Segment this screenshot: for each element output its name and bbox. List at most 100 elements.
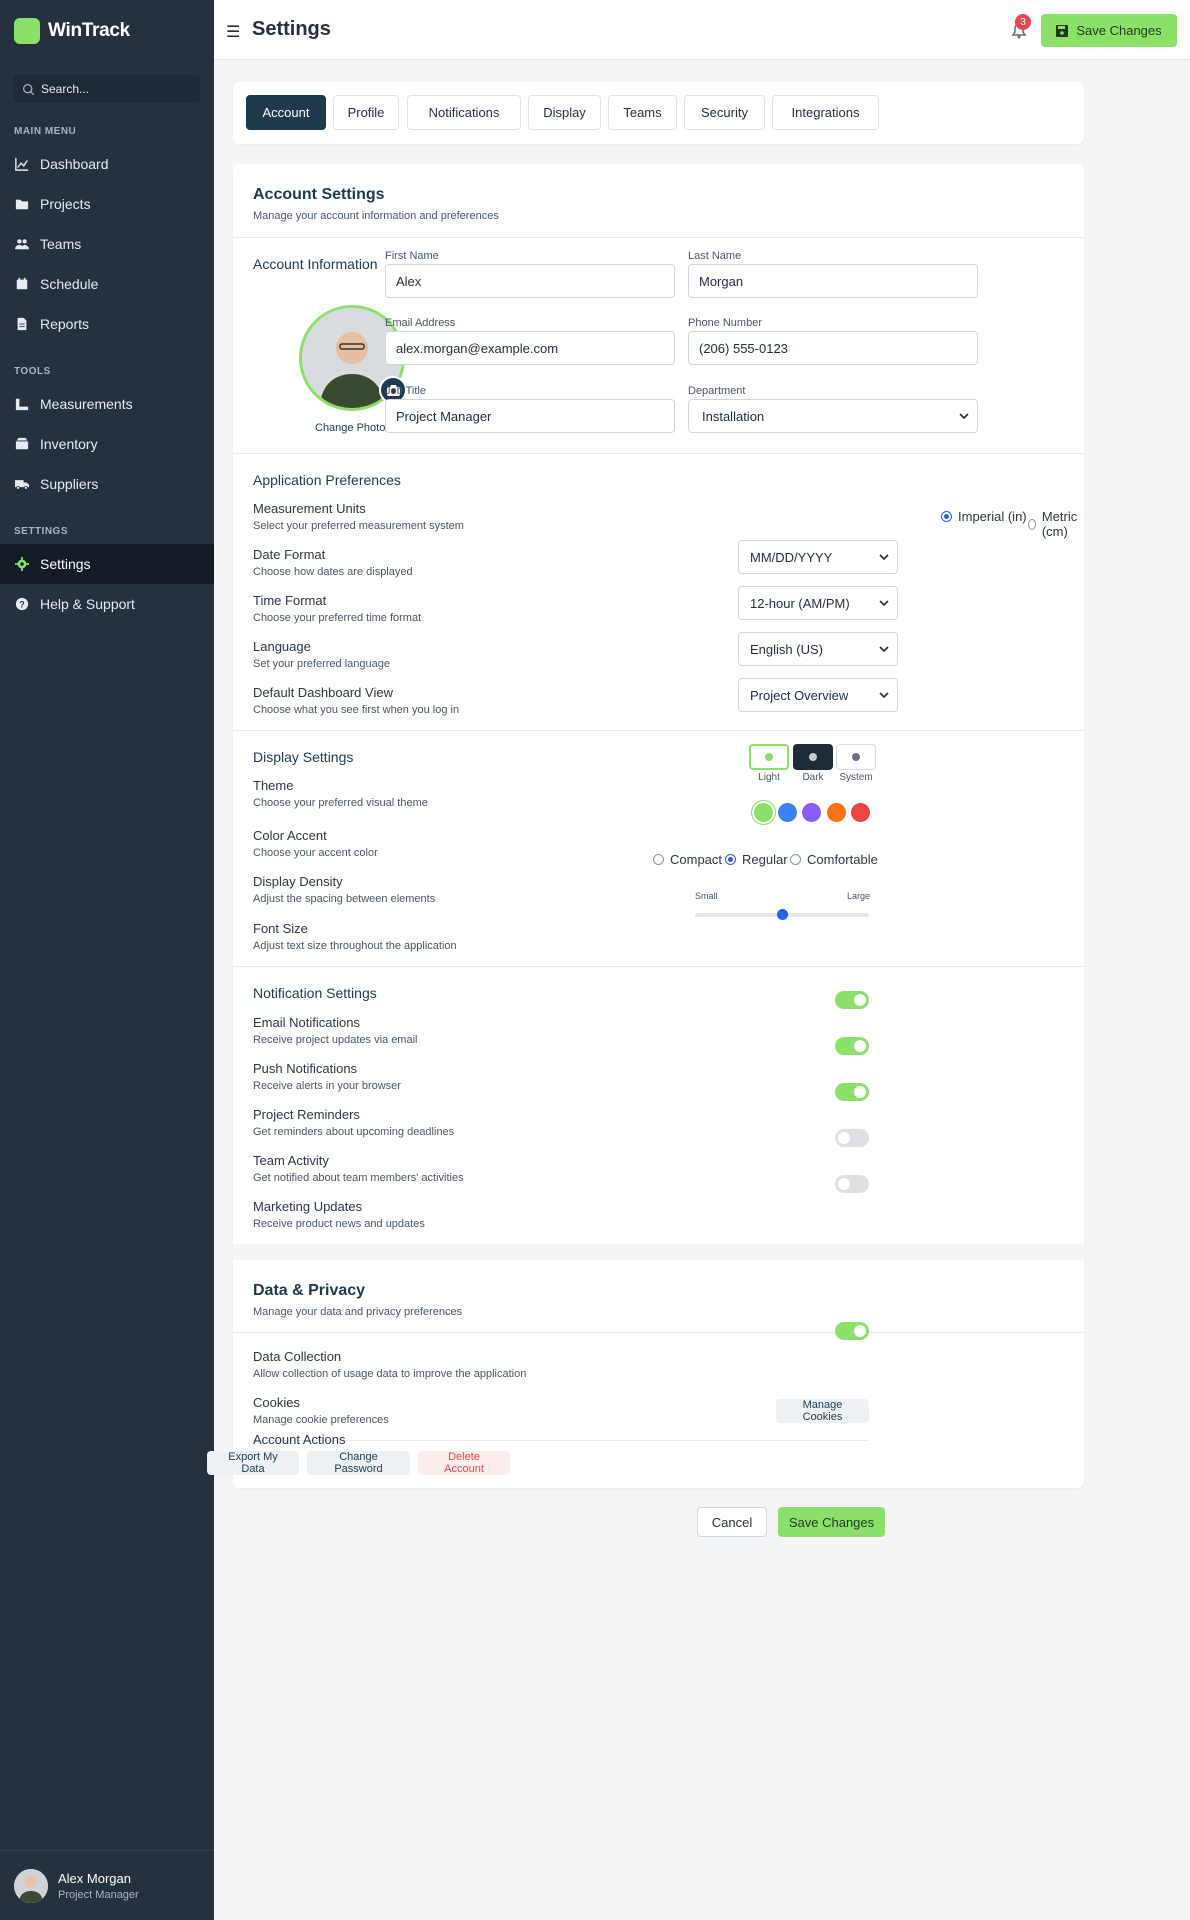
sidebar-item-suppliers[interactable]: Suppliers — [0, 464, 214, 504]
sidebar-item-help[interactable]: ? Help & Support — [0, 584, 214, 624]
dashboard-view-value: Project Overview — [750, 687, 849, 703]
question-icon: ? — [14, 596, 30, 612]
sidebar-item-label: Inventory — [40, 436, 98, 452]
job-title-input[interactable]: Project Manager — [385, 399, 675, 433]
accent-swatch-blue[interactable] — [778, 803, 797, 822]
team-activity-toggle[interactable] — [835, 1129, 869, 1147]
user-name: Alex Morgan — [58, 1870, 131, 1886]
accent-swatch-green[interactable] — [754, 803, 773, 822]
email-field[interactable]: alex.morgan@example.com — [385, 331, 675, 365]
department-select[interactable]: Installation — [688, 399, 978, 433]
theme-light-option[interactable] — [749, 744, 789, 770]
language-value: English (US) — [750, 641, 823, 657]
privacy-subtitle: Manage your data and privacy preferences — [253, 1306, 463, 1318]
header-save-label: Save Changes — [1076, 23, 1162, 38]
font-size-slider-thumb[interactable] — [776, 909, 788, 920]
divider — [233, 237, 1084, 238]
units-label: Measurement Units — [253, 501, 366, 516]
change-photo-link[interactable]: Change Photo — [315, 422, 385, 434]
tab-profile[interactable]: Profile — [333, 95, 399, 130]
time-format-select[interactable]: 12-hour (AM/PM) — [738, 586, 898, 620]
tab-notifications[interactable]: Notifications — [407, 95, 521, 130]
sidebar-item-schedule[interactable]: Schedule — [0, 264, 214, 304]
sidebar-item-teams[interactable]: Teams — [0, 224, 214, 264]
toggle-knob — [854, 1040, 866, 1052]
hamburger-menu-icon[interactable]: ☰ — [226, 22, 240, 42]
change-password-button[interactable]: Change Password — [307, 1451, 410, 1475]
sidebar-search-input[interactable]: Search... — [14, 75, 200, 103]
radio-unselected-icon — [1028, 518, 1036, 530]
delete-account-button[interactable]: Delete Account — [418, 1451, 510, 1475]
privacy-title: Data & Privacy — [253, 1282, 366, 1299]
cancel-button[interactable]: Cancel — [697, 1507, 767, 1537]
cookies-label: Cookies — [253, 1395, 300, 1410]
date-format-label: Date Format — [253, 547, 326, 562]
logo-mark-icon — [14, 18, 40, 44]
accent-swatch-red[interactable] — [851, 803, 870, 822]
time-format-label: Time Format — [253, 593, 327, 608]
tab-teams[interactable]: Teams — [608, 95, 677, 130]
font-size-label: Font Size — [253, 921, 308, 936]
sidebar-item-reports[interactable]: Reports — [0, 304, 214, 344]
marketing-updates-desc: Receive product news and updates — [253, 1218, 425, 1230]
units-imperial-radio[interactable]: Imperial (in) — [941, 509, 1027, 524]
project-reminders-desc: Get reminders about upcoming deadlines — [253, 1126, 455, 1138]
date-format-value: MM/DD/YYYY — [750, 549, 833, 565]
card-title: Account Settings — [253, 186, 385, 203]
accent-swatch-purple[interactable] — [802, 803, 821, 822]
manage-cookies-button[interactable]: Manage Cookies — [776, 1399, 869, 1423]
sidebar-user-profile[interactable]: Alex Morgan Project Manager — [0, 1850, 214, 1920]
tab-security[interactable]: Security — [684, 95, 765, 130]
sidebar-item-inventory[interactable]: Inventory — [0, 424, 214, 464]
units-metric-radio[interactable]: Metric (cm) — [1028, 509, 1084, 539]
first-name-input[interactable]: Alex — [385, 264, 675, 298]
export-data-button[interactable]: Export My Data — [207, 1451, 299, 1475]
section-heading-display: Display Settings — [253, 749, 354, 765]
theme-dark-option[interactable] — [793, 744, 833, 770]
tab-display[interactable]: Display — [528, 95, 601, 130]
email-notifications-toggle[interactable] — [835, 991, 869, 1009]
density-regular-radio[interactable]: Regular — [725, 852, 788, 867]
date-format-desc: Choose how dates are displayed — [253, 566, 413, 578]
theme-system-option[interactable] — [836, 744, 876, 770]
email-label: Email Address — [385, 317, 456, 329]
density-comfortable-radio[interactable]: Comfortable — [790, 852, 878, 867]
box-icon — [14, 436, 30, 452]
project-reminders-toggle[interactable] — [835, 1083, 869, 1101]
user-role: Project Manager — [58, 1888, 139, 1901]
tab-integrations[interactable]: Integrations — [772, 95, 879, 130]
language-select[interactable]: English (US) — [738, 632, 898, 666]
sidebar-item-projects[interactable]: Projects — [0, 184, 214, 224]
divider — [233, 966, 1084, 967]
app-logo[interactable]: WinTrack — [14, 18, 130, 44]
last-name-input[interactable]: Morgan — [688, 264, 978, 298]
dashboard-view-select[interactable]: Project Overview — [738, 678, 898, 712]
radio-label: Imperial (in) — [958, 509, 1027, 524]
sidebar-item-measurements[interactable]: Measurements — [0, 384, 214, 424]
sidebar-item-dashboard[interactable]: Dashboard — [0, 144, 214, 184]
display-density-desc: Adjust the spacing between elements — [253, 893, 436, 905]
accent-swatch-orange[interactable] — [827, 803, 846, 822]
theme-light-dot-icon — [765, 753, 773, 761]
notification-count-badge: 3 — [1015, 14, 1031, 30]
save-icon — [1056, 24, 1069, 37]
units-desc: Select your preferred measurement system — [253, 520, 464, 532]
footer-save-button[interactable]: Save Changes — [778, 1507, 885, 1537]
search-placeholder: Search... — [41, 82, 90, 96]
tab-account[interactable]: Account — [246, 95, 326, 130]
dashboard-view-desc: Choose what you see first when you log i… — [253, 704, 460, 716]
sidebar-item-settings[interactable]: Settings — [0, 544, 214, 584]
push-notifications-toggle[interactable] — [835, 1037, 869, 1055]
date-format-select[interactable]: MM/DD/YYYY — [738, 540, 898, 574]
phone-field[interactable]: (206) 555-0123 — [688, 331, 978, 365]
font-size-desc: Adjust text size throughout the applicat… — [253, 940, 457, 952]
chevron-down-icon — [959, 413, 969, 420]
push-notifications-label: Push Notifications — [253, 1061, 358, 1076]
density-compact-radio[interactable]: Compact — [653, 852, 722, 867]
data-collection-toggle[interactable] — [835, 1322, 869, 1340]
header-save-button[interactable]: Save Changes — [1041, 14, 1177, 47]
section-heading-app-preferences: Application Preferences — [253, 472, 401, 488]
toggle-knob — [838, 1178, 850, 1190]
marketing-updates-toggle[interactable] — [835, 1175, 869, 1193]
theme-desc: Choose your preferred visual theme — [253, 797, 428, 809]
